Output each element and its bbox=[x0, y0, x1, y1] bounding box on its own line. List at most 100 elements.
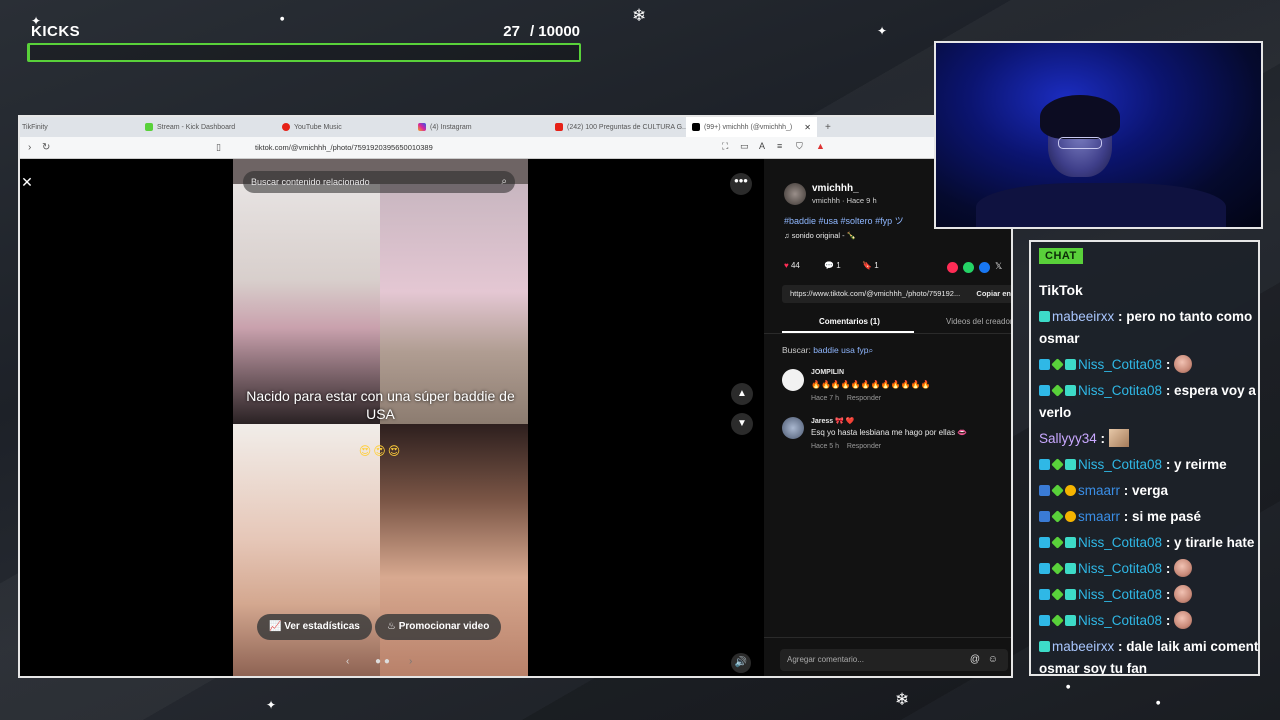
related-search-placeholder: Buscar contenido relacionado bbox=[251, 177, 370, 187]
level-badge-icon bbox=[1065, 485, 1076, 496]
promote-video-button[interactable]: ♨ Promocionar video bbox=[375, 614, 502, 640]
comment-counter[interactable]: 💬 1 bbox=[824, 261, 841, 270]
previous-post-button[interactable]: ▲ bbox=[731, 383, 753, 405]
close-icon[interactable]: ✕ bbox=[20, 174, 34, 191]
photo-post[interactable]: Buscar contenido relacionado ⌕ Nacido pa… bbox=[233, 159, 528, 676]
emoji-icon[interactable]: ☺ bbox=[988, 649, 998, 671]
url-input[interactable]: tiktok.com/@vmichhh_/photo/7591920395650… bbox=[255, 143, 433, 152]
chat-message-text: : verga bbox=[1123, 483, 1169, 498]
comment-input-placeholder: Agregar comentario... bbox=[787, 655, 864, 664]
chat-username[interactable]: mabeeirxx bbox=[1052, 309, 1114, 324]
reply-button[interactable]: Responder bbox=[847, 443, 881, 450]
chat-username[interactable]: mabeeirxx bbox=[1052, 639, 1114, 654]
translate-icon[interactable]: A bbox=[759, 141, 765, 151]
chat-emote-icon bbox=[1174, 585, 1193, 603]
view-stats-label: Ver estadísticas bbox=[284, 621, 360, 632]
related-search-input[interactable]: Buscar contenido relacionado ⌕ bbox=[243, 171, 515, 193]
whatsapp-icon[interactable] bbox=[963, 262, 974, 273]
chat-username[interactable]: Niss_Cotita08 bbox=[1078, 457, 1162, 472]
chat-username[interactable]: Niss_Cotita08 bbox=[1078, 357, 1162, 372]
cast-icon[interactable]: ▭ bbox=[740, 141, 749, 152]
volume-icon[interactable]: 🔊 bbox=[731, 653, 751, 673]
chat-message-text: : bbox=[1165, 561, 1171, 576]
save-count: 1 bbox=[874, 261, 879, 270]
tiktok-badge-icon bbox=[1065, 385, 1076, 396]
close-tab-icon[interactable]: ✕ bbox=[804, 123, 811, 132]
comment-text: Esq yo hasta lesbiana me hago por ellas … bbox=[811, 428, 968, 437]
bookmark-icon[interactable]: ▯ bbox=[216, 142, 221, 153]
tiktok-badge-icon bbox=[1065, 359, 1076, 370]
comment-author[interactable]: Jaress 🎀 ❤️ bbox=[811, 417, 855, 425]
more-options-icon[interactable]: ••• bbox=[730, 173, 752, 195]
next-photo-icon[interactable]: › bbox=[409, 656, 412, 667]
commenter-avatar[interactable] bbox=[782, 417, 804, 439]
snowflake-icon: ❄ bbox=[895, 690, 910, 710]
chat-username[interactable]: smaarr bbox=[1078, 483, 1120, 498]
chat-username[interactable]: smaarr bbox=[1078, 509, 1120, 524]
youtube-music-icon bbox=[282, 123, 290, 131]
tab-comments[interactable]: Comentarios (1) bbox=[819, 317, 880, 326]
chat-username[interactable]: Niss_Cotita08 bbox=[1078, 383, 1162, 398]
tiktok-badge-icon bbox=[1065, 589, 1076, 600]
subscriber-badge-icon bbox=[1039, 537, 1050, 548]
forward-icon[interactable]: › bbox=[28, 142, 31, 153]
brave-rewards-icon[interactable]: ▲ bbox=[816, 141, 825, 151]
facebook-icon[interactable] bbox=[979, 262, 990, 273]
search-icon: ⌕ bbox=[868, 345, 874, 355]
mention-icon[interactable]: @ bbox=[970, 649, 980, 671]
search-term[interactable]: baddie usa fyp bbox=[813, 345, 868, 355]
tiktok-badge-icon bbox=[1065, 537, 1076, 548]
creator-avatar[interactable] bbox=[784, 183, 806, 205]
like-counter[interactable]: ♥ 44 bbox=[784, 261, 800, 270]
next-post-button[interactable]: ▼ bbox=[731, 413, 753, 435]
moderator-badge-icon bbox=[1039, 485, 1050, 496]
tab-label: YouTube Music bbox=[294, 123, 342, 131]
comment-author[interactable]: JOMPILIN bbox=[811, 369, 844, 376]
comment-meta: Hace 7 h Responder bbox=[811, 395, 881, 402]
repost-icon[interactable] bbox=[947, 262, 958, 273]
comment-input[interactable]: Agregar comentario... @ ☺ bbox=[780, 649, 1008, 671]
gifter-badge-icon bbox=[1051, 484, 1064, 497]
tab-bar: TikFinity Stream - Kick Dashboard YouTub… bbox=[20, 117, 1011, 137]
save-counter[interactable]: 🔖 1 bbox=[862, 261, 879, 270]
reply-button[interactable]: Responder bbox=[847, 395, 881, 402]
copy-link-button[interactable]: Copiar en bbox=[972, 285, 1011, 303]
gifter-badge-icon bbox=[1051, 358, 1064, 371]
chat-emote-icon bbox=[1108, 429, 1129, 447]
tab-label: (4) Instagram bbox=[430, 123, 472, 131]
chat-username[interactable]: Sallyyy34 bbox=[1039, 431, 1097, 446]
search-suggestion[interactable]: Buscar: baddie usa fyp⌕ bbox=[782, 345, 873, 356]
chat-message: smaarr : verga bbox=[1039, 480, 1258, 502]
tab-instagram[interactable]: (4) Instagram bbox=[418, 117, 472, 137]
post-sound[interactable]: ♫ sonido original - 🍾 bbox=[784, 231, 856, 240]
reload-icon[interactable]: ↻ bbox=[42, 142, 50, 153]
post-hashtags[interactable]: #baddie #usa #soltero #fyp ツ bbox=[784, 214, 904, 227]
view-stats-button[interactable]: 📈 Ver estadísticas bbox=[257, 614, 372, 640]
post-link[interactable]: https://www.tiktok.com/@vmichhh_/photo/7… bbox=[790, 289, 960, 298]
prev-photo-icon[interactable]: ‹ bbox=[346, 656, 349, 667]
menu-icon[interactable]: ≡ bbox=[777, 141, 782, 151]
tab-youtube-music[interactable]: YouTube Music bbox=[282, 117, 342, 137]
tab-tikfinity[interactable]: TikFinity bbox=[22, 117, 48, 137]
brave-shield-icon[interactable]: ⛉ bbox=[796, 141, 803, 152]
tab-kick-dashboard[interactable]: Stream - Kick Dashboard bbox=[145, 117, 235, 137]
extension-icon[interactable]: ⛶ bbox=[722, 141, 728, 152]
tab-youtube[interactable]: (242) 100 Preguntas de CULTURA G... bbox=[555, 117, 688, 137]
creator-username[interactable]: vmichhh_ bbox=[812, 183, 859, 194]
chat-message-text: : y reirme bbox=[1165, 457, 1227, 472]
chat-username[interactable]: Niss_Cotita08 bbox=[1078, 613, 1162, 628]
chat-message: Niss_Cotita08 : bbox=[1039, 558, 1258, 580]
x-share-icon[interactable]: 𝕏 bbox=[995, 261, 1002, 272]
new-tab-button[interactable]: + bbox=[825, 117, 831, 137]
sound-label: sonido original - 🍾 bbox=[791, 231, 857, 240]
chat-username[interactable]: Niss_Cotita08 bbox=[1078, 561, 1162, 576]
heart-icon: ♥ bbox=[784, 261, 789, 270]
tab-tiktok[interactable]: (99+) vmichhh (@vmichhh_) ✕ bbox=[686, 117, 817, 137]
photo-viewer: ✕ Buscar contenido relacionado ⌕ Nacido … bbox=[20, 159, 764, 676]
commenter-avatar[interactable] bbox=[782, 369, 804, 391]
chat-username[interactable]: Niss_Cotita08 bbox=[1078, 535, 1162, 550]
chat-username[interactable]: Niss_Cotita08 bbox=[1078, 587, 1162, 602]
tab-creator-videos[interactable]: Videos del creador bbox=[946, 317, 1011, 326]
comment-icon: 💬 bbox=[824, 261, 834, 270]
search-icon[interactable]: ⌕ bbox=[501, 171, 507, 193]
